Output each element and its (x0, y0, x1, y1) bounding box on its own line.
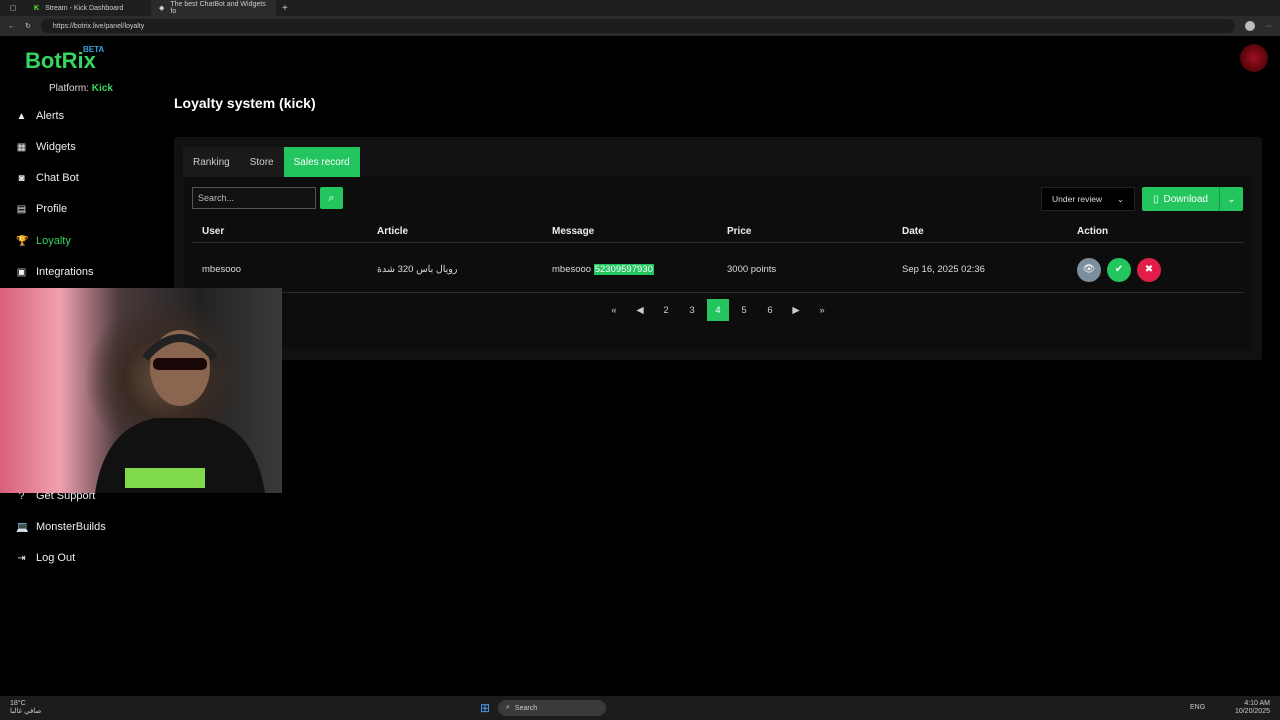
column-message: Message (552, 226, 595, 237)
new-tab-button[interactable]: + (276, 3, 288, 14)
page-4-current[interactable]: 4 (707, 299, 729, 321)
warning-icon: ▲ (16, 110, 27, 122)
channel-logo[interactable] (1240, 44, 1268, 72)
download-button-group: ▯ Download ⌄ (1142, 187, 1243, 211)
sidebar-item-alerts[interactable]: ▲ Alerts (16, 110, 65, 122)
first-page-icon[interactable]: « (603, 299, 625, 321)
download-options-button[interactable]: ⌄ (1220, 187, 1243, 211)
sidebar-item-loyalty[interactable]: 🏆 Loyalty (16, 235, 71, 247)
weather-widget[interactable]: 18°C صافي غالبا (10, 700, 41, 716)
page-6[interactable]: 6 (759, 299, 781, 321)
sidebar-item-monsterbuilds[interactable]: 💻 MonsterBuilds (16, 521, 106, 533)
pagination: « ◀ 2 3 4 5 6 ▶ » (603, 299, 833, 321)
browser-tab-active[interactable]: ◆ The best ChatBot and Widgets fo (151, 0, 276, 16)
cell-price: 3000 points (727, 264, 777, 275)
column-article: Article (377, 226, 409, 237)
page-3[interactable]: 3 (681, 299, 703, 321)
sales-panel: Search... ⌕ Under review ⌄ ▯ Download ⌄ Us… (183, 177, 1253, 350)
windows-start-icon[interactable]: ⊞ (480, 701, 490, 715)
sidebar-item-log-out[interactable]: ⇥ Log Out (16, 552, 75, 564)
more-icon[interactable]: ··· (1265, 23, 1272, 30)
cell-article: رويال باس 320 شدة (377, 264, 458, 275)
next-page-icon[interactable]: ▶ (785, 299, 807, 321)
profile-avatar[interactable] (1245, 21, 1255, 31)
cell-date: Sep 16, 2025 02:36 (902, 264, 985, 275)
cell-message: mbesooo 52309597930 (552, 264, 654, 275)
search-icon: ⌕ (506, 704, 510, 711)
webcam-overlay (0, 288, 282, 493)
robot-icon: ◙ (18, 172, 25, 184)
search-button[interactable]: ⌕ (320, 187, 343, 209)
address-bar: ← ↻ https://botrix.live/panel/loyalty ··· (0, 16, 1280, 36)
tab-sales-record[interactable]: Sales record (283, 147, 360, 177)
table-header: User Article Message Price Date Action (192, 221, 1244, 243)
browser-tabbar: ▢ K Stream - Kick Dashboard ◆ The best Cha… (0, 0, 1280, 16)
column-date: Date (902, 226, 924, 237)
language-indicator[interactable]: ENG (1190, 704, 1205, 711)
platform-label: Platform: Kick (49, 83, 113, 94)
chevron-down-icon: ⌄ (1227, 193, 1236, 205)
loyalty-card: Ranking Store Sales record Search... ⌕ U… (174, 137, 1262, 360)
sidebar-item-profile[interactable]: ▤ Profile (16, 203, 67, 215)
webcam-person-image (95, 330, 265, 493)
chevron-down-icon: ⌄ (1116, 193, 1124, 204)
kick-icon: K (34, 4, 40, 12)
column-action: Action (1077, 226, 1109, 237)
file-excel-icon: ▯ (1153, 193, 1159, 205)
column-user: User (202, 226, 225, 237)
refresh-icon[interactable]: ↻ (25, 22, 31, 30)
status-filter-select[interactable]: Under review ⌄ (1041, 187, 1135, 211)
prev-page-icon[interactable]: ◀ (629, 299, 651, 321)
tab-actions-icon[interactable]: ▢ (0, 4, 26, 12)
taskbar-search[interactable]: ⌕ Search (498, 700, 606, 716)
taskbar: 18°C صافي غالبا ⊞ ⌕ Search ENG 4:10 AM 10/2… (0, 696, 1280, 720)
url-input[interactable]: https://botrix.live/panel/loyalty (40, 19, 1235, 33)
reject-button[interactable]: ✖ (1137, 257, 1161, 282)
botrix-icon: ◆ (159, 5, 165, 12)
integrations-icon: ▣ (16, 266, 27, 278)
page-title: Loyalty system (kick) (174, 95, 316, 111)
sidebar-item-integrations[interactable]: ▣ Integrations (16, 266, 94, 278)
approve-button[interactable]: ✔ (1107, 257, 1131, 282)
column-price: Price (727, 226, 752, 237)
view-button[interactable]: 👁 (1077, 257, 1101, 282)
grid-icon: ▦ (16, 141, 27, 153)
page-2[interactable]: 2 (655, 299, 677, 321)
back-icon[interactable]: ← (8, 23, 15, 30)
logout-icon: ⇥ (17, 552, 26, 564)
tab-store[interactable]: Store (239, 147, 284, 177)
tab-ranking[interactable]: Ranking (183, 147, 240, 177)
tabs: Ranking Store Sales record (183, 147, 360, 177)
last-page-icon[interactable]: » (811, 299, 833, 321)
sidebar-item-widgets[interactable]: ▦ Widgets (16, 141, 76, 153)
cell-actions: 👁 ✔ ✖ (1067, 257, 1242, 282)
page: BotRix BETA Platform: Kick ▲ Alerts ▦ Widg… (0, 36, 1280, 696)
cell-user: mbesooo (202, 264, 242, 275)
browser-tab[interactable]: K Stream - Kick Dashboard (26, 0, 151, 16)
download-button[interactable]: ▯ Download (1142, 187, 1220, 211)
sidebar-item-chat-bot[interactable]: ◙ Chat Bot (16, 172, 78, 184)
search-icon: ⌕ (328, 191, 335, 204)
laptop-icon: 💻 (16, 521, 29, 533)
trophy-icon: 🏆 (16, 235, 29, 247)
id-card-icon: ▤ (16, 203, 27, 215)
page-5[interactable]: 5 (733, 299, 755, 321)
beta-badge: BETA (83, 45, 105, 54)
search-input[interactable]: Search... (192, 187, 316, 209)
clock[interactable]: 4:10 AM 10/20/2025 (1235, 700, 1270, 716)
table-row: mbesooo رويال باس 320 شدة mbesooo 523095… (192, 247, 1244, 293)
